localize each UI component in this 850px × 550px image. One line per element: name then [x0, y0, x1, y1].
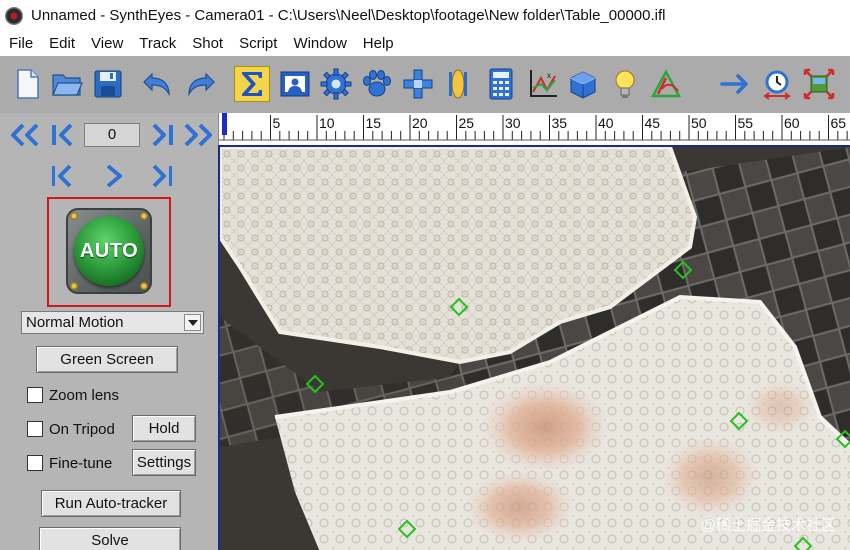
- screw-icon: [70, 282, 78, 290]
- hold-button[interactable]: Hold: [132, 415, 196, 442]
- timer-icon[interactable]: [759, 66, 795, 102]
- fit-view-icon[interactable]: [801, 66, 837, 102]
- timeline-label: 65: [831, 115, 847, 131]
- auto-button[interactable]: AUTO: [74, 216, 144, 286]
- summary-sigma-icon[interactable]: [234, 66, 270, 102]
- step-forward-key-icon[interactable]: [145, 120, 179, 150]
- save-icon[interactable]: [90, 66, 126, 102]
- green-screen-button[interactable]: Green Screen: [36, 346, 178, 373]
- timeline-label: 20: [412, 115, 428, 131]
- window-title: Unnamed - SynthEyes - Camera01 - C:\User…: [31, 7, 666, 24]
- fine-tune-checkbox[interactable]: [27, 455, 43, 471]
- timeline-label: 25: [459, 115, 475, 131]
- watermark-text: @稀土掘金技术社区: [700, 517, 836, 534]
- gear-solver-icon[interactable]: [318, 66, 354, 102]
- on-tripod-checkbox[interactable]: [27, 421, 43, 437]
- timeline-label: 10: [319, 115, 335, 131]
- timeline-label: 45: [645, 115, 661, 131]
- menu-file[interactable]: File: [1, 35, 41, 52]
- undo-icon[interactable]: [140, 66, 176, 102]
- menu-shot[interactable]: Shot: [184, 35, 231, 52]
- screw-icon: [70, 212, 78, 220]
- timeline-label: 55: [738, 115, 754, 131]
- menu-view[interactable]: View: [83, 35, 131, 52]
- play-icon[interactable]: [97, 161, 131, 191]
- menu-window[interactable]: Window: [285, 35, 354, 52]
- graph-editor-icon[interactable]: x: [525, 66, 561, 102]
- previous-frame-icon[interactable]: [45, 161, 79, 191]
- next-frame-icon[interactable]: [145, 161, 179, 191]
- zoom-lens-checkbox[interactable]: [27, 387, 43, 403]
- paw-tracker-icon[interactable]: [359, 66, 395, 102]
- current-frame-field[interactable]: 0: [84, 123, 140, 147]
- timeline-label: 50: [691, 115, 707, 131]
- menu-help[interactable]: Help: [355, 35, 402, 52]
- run-auto-tracker-button[interactable]: Run Auto-tracker: [41, 490, 181, 517]
- motion-profile-value: Normal Motion: [26, 314, 124, 331]
- menu-track[interactable]: Track: [131, 35, 184, 52]
- on-tripod-checkbox-row[interactable]: On Tripod: [27, 419, 115, 439]
- timeline-label: 15: [366, 115, 382, 131]
- synth-eyes-logo-icon: [5, 6, 23, 25]
- title-bar: Unnamed - SynthEyes - Camera01 - C:\User…: [0, 0, 850, 31]
- menu-bar: File Edit View Track Shot Script Window …: [0, 31, 850, 56]
- left-control-panel: 0 AUTO Normal Motion Green Screen Zoom l…: [0, 113, 218, 550]
- menu-script[interactable]: Script: [231, 35, 285, 52]
- timeline-label: 5: [273, 115, 281, 131]
- auto-button-plate: AUTO: [66, 208, 152, 294]
- fine-tune-label: Fine-tune: [49, 454, 113, 472]
- redo-icon[interactable]: [182, 66, 218, 102]
- auto-button-highlight: AUTO: [47, 197, 171, 307]
- menu-edit[interactable]: Edit: [41, 35, 83, 52]
- on-tripod-label: On Tripod: [49, 420, 115, 438]
- settings-button[interactable]: Settings: [132, 449, 196, 476]
- timeline-label: 30: [505, 115, 521, 131]
- solve-button[interactable]: Solve: [39, 527, 181, 550]
- svg-text:x: x: [547, 71, 551, 80]
- synth-eyes-window: Unnamed - SynthEyes - Camera01 - C:\User…: [0, 0, 850, 550]
- zoom-lens-checkbox-row[interactable]: Zoom lens: [27, 385, 119, 405]
- main-toolbar: x: [0, 56, 850, 113]
- current-frame-marker[interactable]: [222, 113, 227, 135]
- lens-icon[interactable]: [440, 66, 476, 102]
- screw-icon: [140, 212, 148, 220]
- arrow-right-icon[interactable]: [718, 66, 754, 102]
- chevron-down-icon[interactable]: [184, 314, 201, 331]
- fine-tune-checkbox-row[interactable]: Fine-tune: [27, 453, 112, 473]
- camera-view-icon[interactable]: [277, 66, 313, 102]
- phase-icon[interactable]: [648, 66, 684, 102]
- camera-viewport[interactable]: @稀土掘金技术社区: [218, 145, 850, 550]
- timeline-label: 40: [598, 115, 614, 131]
- new-file-icon[interactable]: [10, 66, 46, 102]
- open-folder-icon[interactable]: [49, 66, 85, 102]
- calculator-icon[interactable]: [483, 66, 519, 102]
- motion-profile-select[interactable]: Normal Motion: [21, 311, 204, 334]
- coordinate-axis-icon[interactable]: [400, 66, 436, 102]
- lightbulb-icon[interactable]: [607, 66, 643, 102]
- rewind-start-icon[interactable]: [8, 120, 42, 150]
- screw-icon: [140, 282, 148, 290]
- timeline-ruler[interactable]: 5 10 15 20 25 30 35 40 45 50 55 60 65: [218, 113, 850, 145]
- 3d-cube-icon[interactable]: [565, 66, 601, 102]
- timeline-label: 60: [784, 115, 800, 131]
- fast-forward-end-icon[interactable]: [181, 120, 215, 150]
- timeline-label: 35: [552, 115, 568, 131]
- zoom-lens-label: Zoom lens: [49, 386, 120, 404]
- step-back-key-icon[interactable]: [46, 120, 80, 150]
